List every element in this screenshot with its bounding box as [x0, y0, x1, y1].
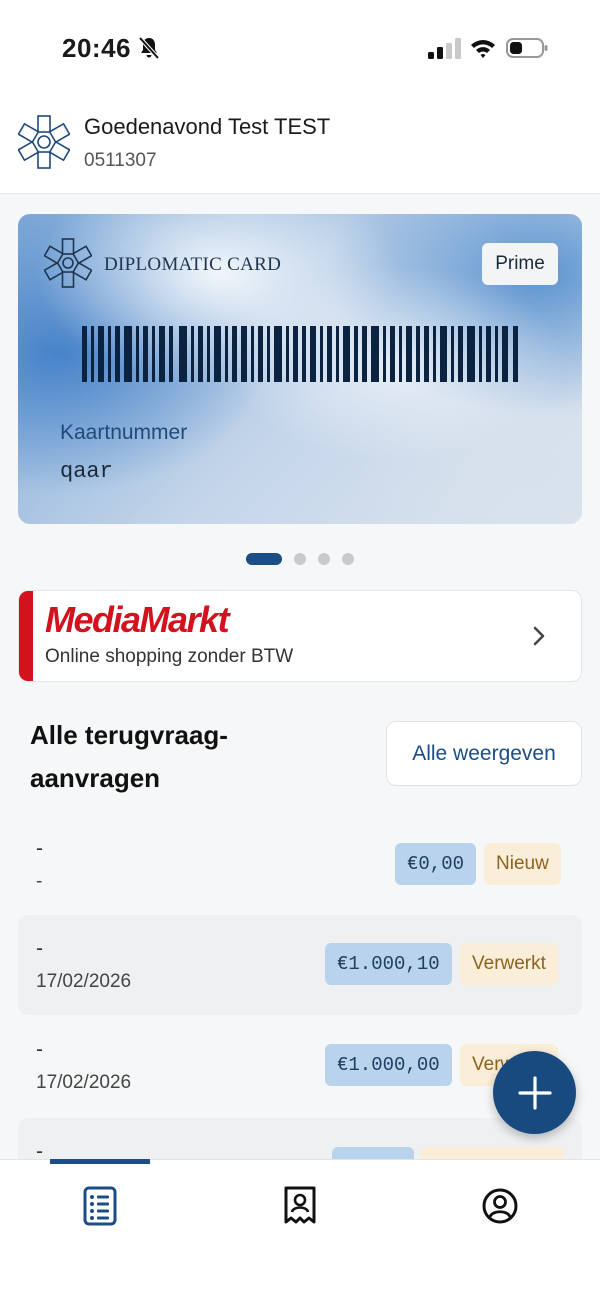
promo-tagline: Online shopping zonder BTW	[45, 646, 294, 667]
status-bar: 20:46	[0, 0, 600, 96]
greeting-text: Goedenavond Test TEST	[84, 114, 331, 139]
add-claim-button[interactable]	[493, 1051, 576, 1134]
barcode	[82, 326, 518, 382]
pager-dot[interactable]	[294, 553, 306, 565]
battery-icon	[506, 38, 548, 58]
card-number-value: qaar	[60, 459, 113, 484]
card-brand: DIPLOMATIC CARD	[104, 254, 282, 275]
bell-off-icon	[138, 36, 160, 60]
claim-status-badge: Verwerkt	[460, 943, 558, 985]
pager-dot[interactable]	[342, 553, 354, 565]
signal-icon	[428, 38, 461, 59]
card-logo-icon	[44, 238, 92, 288]
card-tier-badge: Prime	[482, 243, 558, 285]
chevron-right-icon	[533, 626, 545, 646]
pager-dot-active[interactable]	[246, 553, 282, 565]
bottom-nav	[0, 1159, 600, 1304]
membership-card[interactable]: DIPLOMATIC CARD Prime Kaartnummer qaar	[18, 214, 582, 524]
claim-date: 17/02/2026	[36, 971, 132, 992]
claim-date: -	[36, 871, 43, 892]
promo-accent-stripe	[19, 591, 33, 681]
wifi-icon	[471, 40, 495, 58]
claim-amount-badge: €0,00	[395, 843, 477, 885]
claim-amount-badge	[332, 1147, 414, 1159]
claim-status-badge	[420, 1147, 564, 1159]
app-header: Goedenavond Test TEST 0511307	[0, 96, 600, 194]
claim-row[interactable]: -	[18, 1118, 582, 1159]
claim-status-badge: Nieuw	[484, 843, 561, 885]
diplomatic-logo-icon	[18, 115, 70, 169]
claim-title: -	[36, 1140, 43, 1159]
profile-icon[interactable]	[481, 1186, 519, 1226]
plus-icon	[517, 1075, 552, 1110]
claim-amount-badge: €1.000,00	[325, 1044, 452, 1086]
claim-amount-badge: €1.000,10	[325, 943, 452, 985]
claim-row[interactable]: - - €0,00 Nieuw	[18, 815, 582, 915]
member-id: 0511307	[84, 150, 157, 171]
claim-title: -	[36, 837, 43, 860]
pager-dot[interactable]	[318, 553, 330, 565]
claim-row[interactable]: - 17/02/2026 €1.000,10 Verwerkt	[18, 915, 582, 1015]
view-all-button[interactable]: Alle weergeven	[386, 721, 582, 786]
nav-active-indicator	[50, 1159, 150, 1164]
claim-title: -	[36, 937, 43, 960]
mediamarkt-logo: MediaMarkt	[45, 599, 230, 640]
card-number-label: Kaartnummer	[60, 421, 188, 444]
claim-date: 17/02/2026	[36, 1072, 132, 1093]
claim-title: -	[36, 1038, 43, 1061]
receipt-icon[interactable]	[281, 1186, 319, 1226]
list-icon[interactable]	[81, 1186, 119, 1226]
promo-banner[interactable]: MediaMarkt Online shopping zonder BTW	[18, 590, 582, 682]
card-pager	[246, 553, 354, 565]
status-time: 20:46	[62, 33, 131, 63]
section-title: Alle terugvraag-aanvragen	[30, 720, 228, 793]
